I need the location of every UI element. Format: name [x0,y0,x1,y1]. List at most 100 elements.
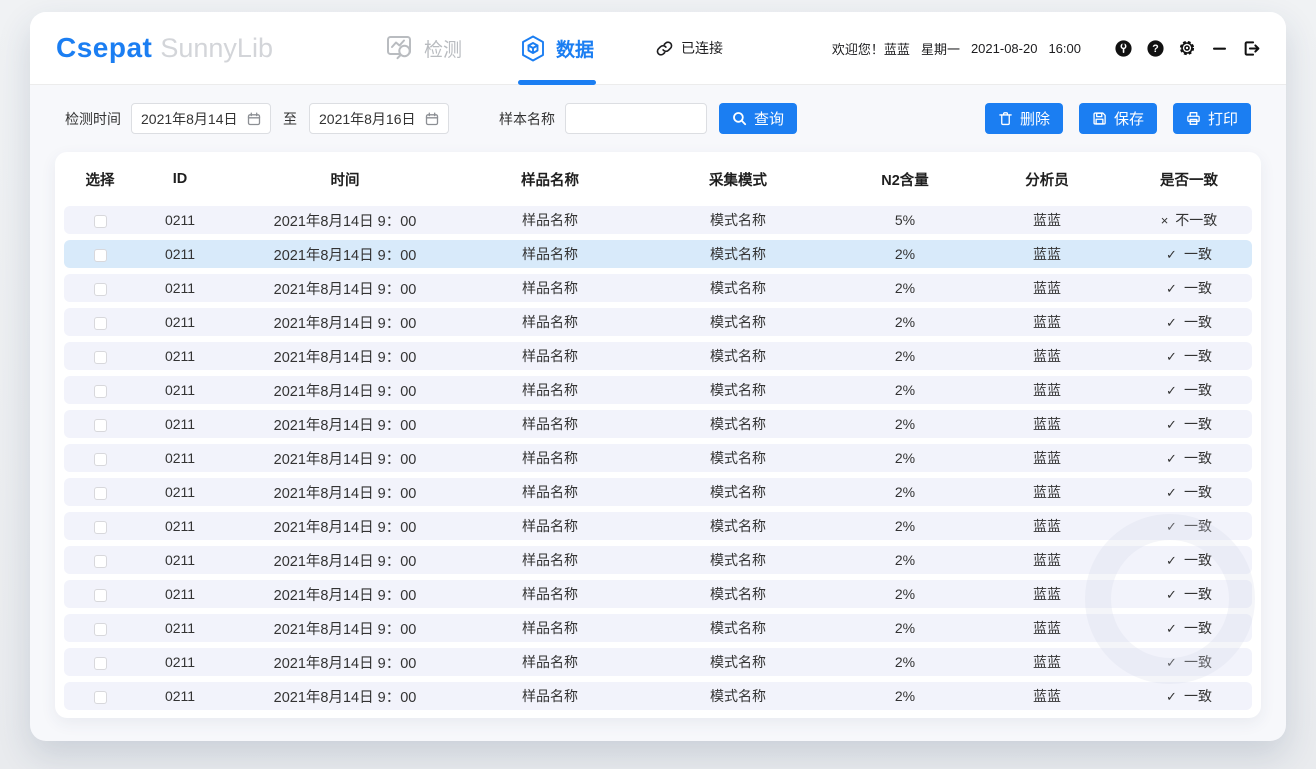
row-sample-name: 样品名称 [466,652,634,672]
row-checkbox[interactable] [94,555,107,568]
consistency-mark-icon: ✓ [1166,417,1177,432]
table-row[interactable]: 0211 2021年8月14日 9：00 样品名称 模式名称 2% 蓝蓝 ✓一致 [64,308,1252,336]
calendar-icon[interactable] [425,112,439,126]
table-row[interactable]: 0211 2021年8月14日 9：00 样品名称 模式名称 2% 蓝蓝 ✓一致 [64,614,1252,642]
row-checkbox[interactable] [94,317,107,330]
row-select-cell [64,620,136,636]
row-select-cell [64,348,136,364]
row-n2-content: 2% [842,348,968,364]
header-icon-group: ? [1114,39,1260,57]
table-row[interactable]: 0211 2021年8月14日 9：00 样品名称 模式名称 2% 蓝蓝 ✓一致 [64,444,1252,472]
row-checkbox[interactable] [94,419,107,432]
row-checkbox[interactable] [94,453,107,466]
row-select-cell [64,212,136,228]
help-icon[interactable]: ? [1146,39,1164,57]
row-checkbox[interactable] [94,487,107,500]
row-id: 0211 [136,586,224,602]
row-analyst: 蓝蓝 [968,278,1126,298]
row-id: 0211 [136,212,224,228]
row-consistency: ✓一致 [1126,652,1252,672]
row-n2-content: 2% [842,280,968,296]
time-text: 16:00 [1048,41,1081,56]
consistency-text: 一致 [1184,586,1212,602]
table-row[interactable]: 0211 2021年8月14日 9：00 样品名称 模式名称 2% 蓝蓝 ✓一致 [64,580,1252,608]
row-time: 2021年8月14日 9：00 [224,618,466,639]
row-select-cell [64,246,136,262]
row-consistency: ✓一致 [1126,312,1252,332]
settings-gear-icon[interactable] [1178,39,1196,57]
tab-detect-label: 检测 [424,35,462,62]
row-select-cell [64,314,136,330]
table-row[interactable]: 0211 2021年8月14日 9：00 样品名称 模式名称 2% 蓝蓝 ✓一致 [64,682,1252,710]
weekday-text: 星期一 [921,39,960,58]
row-n2-content: 2% [842,382,968,398]
time-filter-label: 检测时间 [65,109,121,129]
row-select-cell [64,654,136,670]
row-checkbox[interactable] [94,521,107,534]
consistency-text: 一致 [1184,450,1212,466]
row-sample-name: 样品名称 [466,584,634,604]
row-analyst: 蓝蓝 [968,244,1126,264]
row-consistency: ✓一致 [1126,244,1252,264]
tab-detect[interactable]: 检测 [386,12,462,85]
table-body: 0211 2021年8月14日 9：00 样品名称 模式名称 5% 蓝蓝 ×不一… [64,206,1252,710]
row-checkbox[interactable] [94,657,107,670]
row-consistency: ✓一致 [1126,278,1252,298]
table-row[interactable]: 0211 2021年8月14日 9：00 样品名称 模式名称 2% 蓝蓝 ✓一致 [64,410,1252,438]
date-to-input[interactable]: 2021年8月16日 [309,103,449,134]
row-collect-mode: 模式名称 [634,652,842,672]
delete-button[interactable]: 删除 [985,103,1063,134]
row-id: 0211 [136,620,224,636]
table-row[interactable]: 0211 2021年8月14日 9：00 样品名称 模式名称 2% 蓝蓝 ✓一致 [64,240,1252,268]
table-row[interactable]: 0211 2021年8月14日 9：00 样品名称 模式名称 2% 蓝蓝 ✓一致 [64,546,1252,574]
table-row[interactable]: 0211 2021年8月14日 9：00 样品名称 模式名称 2% 蓝蓝 ✓一致 [64,376,1252,404]
row-n2-content: 2% [842,688,968,704]
row-time: 2021年8月14日 9：00 [224,380,466,401]
delete-button-label: 删除 [1020,108,1050,129]
table-row[interactable]: 0211 2021年8月14日 9：00 样品名称 模式名称 2% 蓝蓝 ✓一致 [64,478,1252,506]
row-analyst: 蓝蓝 [968,516,1126,536]
row-select-cell [64,484,136,500]
row-checkbox[interactable] [94,623,107,636]
table-row[interactable]: 0211 2021年8月14日 9：00 样品名称 模式名称 5% 蓝蓝 ×不一… [64,206,1252,234]
date-from-input[interactable]: 2021年8月14日 [131,103,271,134]
row-checkbox[interactable] [94,351,107,364]
minimize-icon[interactable] [1210,39,1228,57]
consistency-text: 一致 [1184,518,1212,534]
row-consistency: ✓一致 [1126,618,1252,638]
print-button-label: 打印 [1208,108,1238,129]
save-button[interactable]: 保存 [1079,103,1157,134]
row-sample-name: 样品名称 [466,414,634,434]
row-checkbox[interactable] [94,691,107,704]
logo-primary: Csepat [56,32,152,64]
row-checkbox[interactable] [94,385,107,398]
header-right: 欢迎您！蓝蓝 星期一 2021-08-20 16:00 ? [832,39,1260,58]
row-n2-content: 2% [842,620,968,636]
row-checkbox[interactable] [94,249,107,262]
row-checkbox[interactable] [94,589,107,602]
wrench-icon[interactable] [1114,39,1132,57]
table-row[interactable]: 0211 2021年8月14日 9：00 样品名称 模式名称 2% 蓝蓝 ✓一致 [64,342,1252,370]
calendar-icon[interactable] [247,112,261,126]
table-row[interactable]: 0211 2021年8月14日 9：00 样品名称 模式名称 2% 蓝蓝 ✓一致 [64,512,1252,540]
table-row[interactable]: 0211 2021年8月14日 9：00 样品名称 模式名称 2% 蓝蓝 ✓一致 [64,274,1252,302]
row-select-cell [64,280,136,296]
row-time: 2021年8月14日 9：00 [224,448,466,469]
sample-name-input[interactable] [565,103,707,134]
consistency-mark-icon: ✓ [1166,247,1177,262]
consistency-text: 一致 [1184,654,1212,670]
row-analyst: 蓝蓝 [968,686,1126,706]
logout-icon[interactable] [1242,39,1260,57]
app-window: Csepat SunnyLib 检测 [30,12,1286,741]
table-row[interactable]: 0211 2021年8月14日 9：00 样品名称 模式名称 2% 蓝蓝 ✓一致 [64,648,1252,676]
consistency-mark-icon: ✓ [1166,315,1177,330]
row-checkbox[interactable] [94,283,107,296]
consistency-text: 一致 [1184,280,1212,296]
tab-data[interactable]: 数据 [520,12,594,85]
print-button[interactable]: 打印 [1173,103,1251,134]
query-button-label: 查询 [754,108,784,129]
row-checkbox[interactable] [94,215,107,228]
data-hexagon-icon [520,35,546,62]
row-collect-mode: 模式名称 [634,414,842,434]
query-button[interactable]: 查询 [719,103,797,134]
